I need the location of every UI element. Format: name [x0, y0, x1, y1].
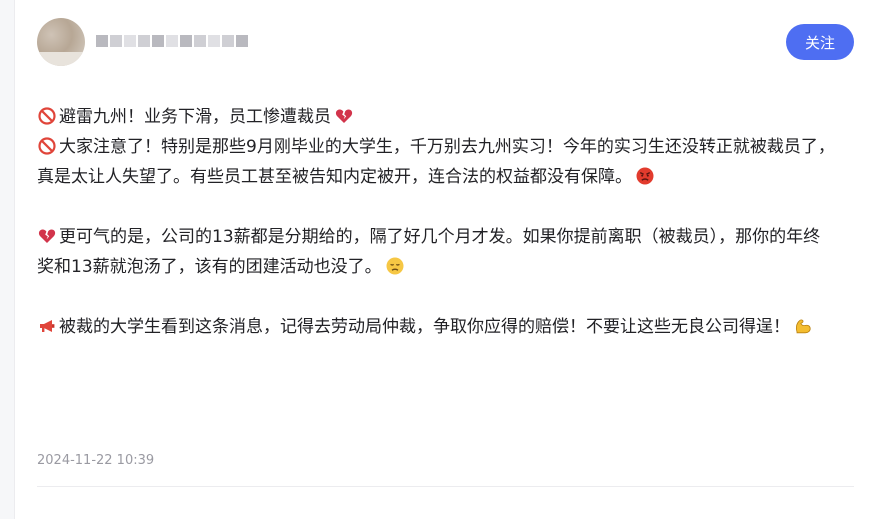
broken-heart-icon: [335, 109, 353, 123]
left-gutter: [0, 0, 15, 519]
paragraph-2-text: 更可气的是，公司的13薪都是分期给的，隔了好几个月才发。如果你提前离职（被裁员）…: [37, 227, 821, 277]
no-entry-icon: [38, 137, 56, 155]
blur-block: [208, 35, 220, 47]
author-name[interactable]: ██████████: [96, 30, 248, 52]
no-entry-icon: [38, 107, 56, 125]
avatar[interactable]: [37, 18, 85, 66]
blur-block: [222, 35, 234, 47]
flexed-biceps-icon: [795, 319, 811, 334]
post-card: ██████████ 关注 避雷九州！业务下滑，员工惨遭裁员 大家注意了！特别是…: [0, 0, 871, 519]
post-paragraph-3: 被裁的大学生看到这条消息，记得去劳动局仲裁，争取你应得的赔偿！不要让这些无良公司…: [37, 312, 837, 342]
paragraph-3-text: 被裁的大学生看到这条消息，记得去劳动局仲裁，争取你应得的赔偿！不要让这些无良公司…: [59, 317, 790, 337]
angry-face-icon: [636, 167, 654, 185]
post-body: 避雷九州！业务下滑，员工惨遭裁员 大家注意了！特别是那些9月刚毕业的大学生，千万…: [37, 102, 837, 342]
divider: [37, 486, 854, 487]
follow-button[interactable]: 关注: [786, 24, 854, 60]
disappointed-face-icon: [386, 257, 404, 275]
broken-heart-icon: [38, 229, 56, 243]
post-headline: 避雷九州！业务下滑，员工惨遭裁员: [37, 102, 837, 132]
headline-text: 避雷九州！业务下滑，员工惨遭裁员: [59, 107, 331, 127]
post-timestamp: 2024-11-22 10:39: [37, 453, 155, 468]
megaphone-icon: [40, 320, 55, 332]
paragraph-1-text: 大家注意了！特别是那些9月刚毕业的大学生，千万别去九州实习！今年的实习生还没转正…: [37, 137, 835, 187]
post-paragraph-1: 大家注意了！特别是那些9月刚毕业的大学生，千万别去九州实习！今年的实习生还没转正…: [37, 132, 837, 192]
post-paragraph-2: 更可气的是，公司的13薪都是分期给的，隔了好几个月才发。如果你提前离职（被裁员）…: [37, 222, 837, 282]
blur-block: [236, 35, 248, 47]
